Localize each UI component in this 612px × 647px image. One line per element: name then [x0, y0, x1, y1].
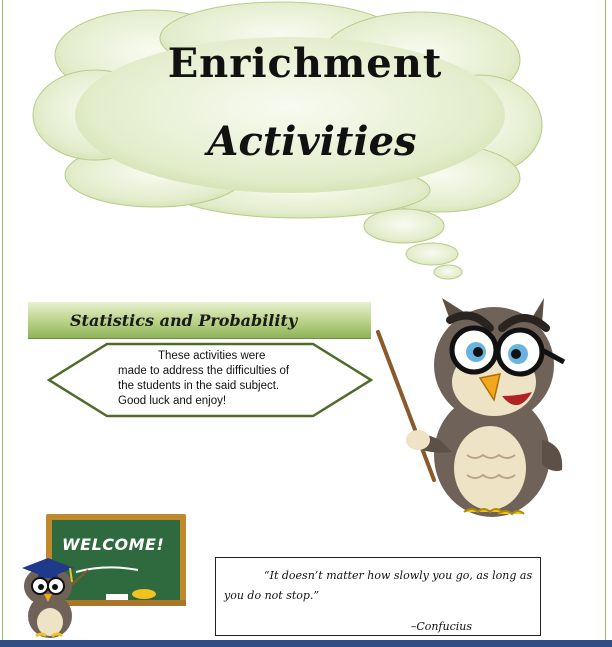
- title-line-2: Activities: [207, 118, 417, 165]
- teacher-owl-icon: [376, 298, 566, 517]
- title-line-1: Enrichment: [167, 40, 443, 87]
- welcome-label: WELCOME!: [62, 535, 165, 554]
- intro-line-1: These activities were: [158, 350, 266, 362]
- intro-text: These activities were made to address th…: [118, 349, 308, 409]
- quote-box: “It doesn’t matter how slowly you go, as…: [215, 557, 541, 636]
- footer-bar: [0, 640, 612, 647]
- subject-banner-label: Statistics and Probability: [70, 311, 298, 330]
- graduate-owl-icon: [22, 558, 89, 638]
- intro-line-4: Good luck and enjoy!: [118, 395, 227, 407]
- quote-text: “It doesn’t matter how slowly you go, as…: [224, 569, 533, 602]
- intro-line-2: made to address the difficulties of: [118, 365, 290, 377]
- subject-banner: Statistics and Probability: [28, 302, 371, 339]
- intro-line-3: the students in the said subject.: [118, 380, 280, 392]
- quote-author: –Confucius: [410, 620, 472, 633]
